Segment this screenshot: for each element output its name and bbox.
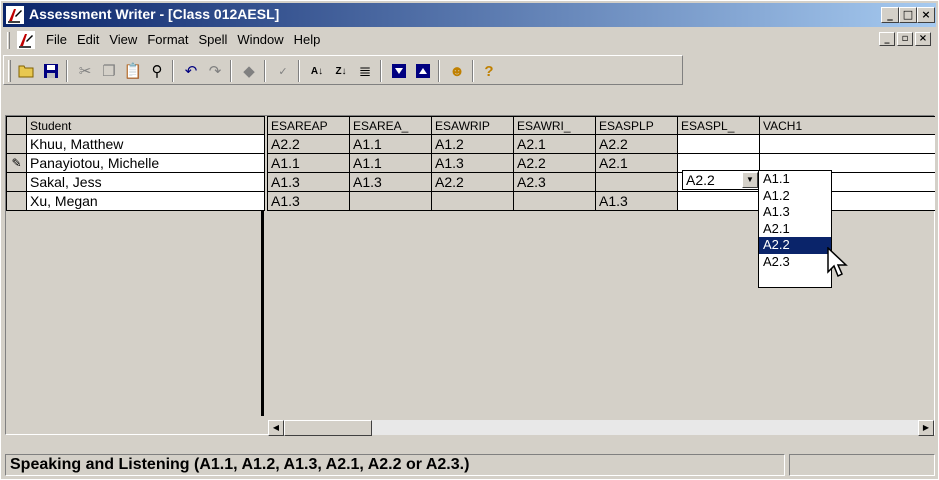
grade-cell[interactable] (677, 191, 760, 211)
mouse-pointer-icon (827, 247, 848, 278)
dropdown-option[interactable]: A1.1 (759, 171, 831, 188)
dropdown-arrow-icon[interactable]: ▼ (742, 172, 758, 188)
grade-cell[interactable]: A1.3 (267, 172, 350, 192)
menu-edit[interactable]: Edit (72, 32, 104, 48)
status-text: Speaking and Listening (A1.1, A1.2, A1.3… (5, 454, 785, 476)
child-close-button[interactable]: × (915, 32, 931, 46)
grade-cell[interactable]: A1.3 (595, 191, 678, 211)
open-folder-icon[interactable] (16, 60, 38, 82)
dropdown-option[interactable]: A2.3 (759, 254, 831, 271)
grade-cell[interactable] (677, 134, 760, 154)
row-indicator[interactable] (6, 191, 27, 211)
grade-cell[interactable] (349, 191, 432, 211)
grade-cell[interactable] (431, 191, 514, 211)
grade-combo-value: A2.2 (686, 172, 715, 188)
maximize-button[interactable]: □ (899, 7, 917, 23)
app-window: Assessment Writer - [Class 012AESL] _ □ … (0, 0, 939, 480)
row-editing-pencil-icon[interactable]: ✎ (6, 153, 27, 173)
menu-spell[interactable]: Spell (193, 32, 232, 48)
grade-combo-box[interactable]: A2.2 ▼ (682, 170, 760, 190)
grade-cell[interactable]: A2.1 (595, 153, 678, 173)
assistant-icon[interactable]: ☻ (446, 60, 468, 82)
menu-bar: File Edit View Format Spell Window Help … (3, 29, 936, 51)
grade-cell[interactable]: A1.3 (267, 191, 350, 211)
grade-cell[interactable] (513, 191, 596, 211)
column-header[interactable]: ESAWRI_ (513, 116, 596, 135)
student-name-cell[interactable]: Panayiotou, Michelle (26, 153, 265, 173)
title-bar[interactable]: Assessment Writer - [Class 012AESL] _ □ … (3, 3, 936, 27)
sort-ascending-icon[interactable]: A↓ (306, 60, 328, 82)
previous-record-icon[interactable] (412, 60, 434, 82)
student-name-cell[interactable]: Xu, Megan (26, 191, 265, 211)
redo-icon[interactable]: ↷ (204, 60, 226, 82)
copy-icon[interactable]: ❐ (98, 60, 120, 82)
menu-help[interactable]: Help (289, 32, 326, 48)
status-panel (789, 454, 935, 476)
dropdown-option[interactable]: A1.2 (759, 188, 831, 205)
dropdown-option[interactable]: A1.3 (759, 204, 831, 221)
grade-cell[interactable]: A2.2 (595, 134, 678, 154)
spell-check-icon[interactable]: ✓ (272, 60, 294, 82)
grade-cell[interactable]: A1.3 (431, 153, 514, 173)
favorite-icon[interactable]: ◆ (238, 60, 260, 82)
child-minimize-button[interactable]: _ (879, 32, 895, 46)
row-indicator[interactable] (6, 134, 27, 154)
document-pen-icon[interactable] (17, 31, 35, 49)
grade-cell[interactable]: A2.2 (513, 153, 596, 173)
grade-cell[interactable] (759, 134, 935, 154)
find-binoculars-icon[interactable]: ⚲ (146, 60, 168, 82)
status-bar: Speaking and Listening (A1.1, A1.2, A1.3… (3, 453, 936, 477)
fixed-student-column: Student Khuu, Matthew ✎ Panayiotou, Mich… (6, 116, 265, 416)
grade-cell[interactable]: A2.2 (431, 172, 514, 192)
save-disk-icon[interactable] (40, 60, 62, 82)
dropdown-option[interactable]: A2.1 (759, 221, 831, 238)
grade-cell[interactable]: A2.1 (513, 134, 596, 154)
horizontal-scrollbar[interactable]: ◀ ▶ (268, 419, 934, 436)
column-header[interactable]: VACH1 (759, 116, 935, 135)
help-question-icon[interactable]: ? (478, 60, 500, 82)
grade-cell[interactable]: A1.3 (349, 172, 432, 192)
cut-icon[interactable]: ✂ (74, 60, 96, 82)
row-header-corner[interactable] (6, 116, 27, 135)
sort-descending-icon[interactable]: Z↓ (330, 60, 352, 82)
scroll-right-arrow-icon[interactable]: ▶ (918, 420, 934, 436)
undo-icon[interactable]: ↶ (180, 60, 202, 82)
student-name-cell[interactable]: Sakal, Jess (26, 172, 265, 192)
grade-cell[interactable] (595, 172, 678, 192)
row-indicator[interactable] (6, 172, 27, 192)
grade-cell[interactable]: A1.1 (349, 153, 432, 173)
paste-icon[interactable]: 📋 (122, 60, 144, 82)
menu-file[interactable]: File (41, 32, 72, 48)
menu-window[interactable]: Window (232, 32, 288, 48)
scroll-left-arrow-icon[interactable]: ◀ (268, 420, 284, 436)
dropdown-option-selected[interactable]: A2.2 (759, 237, 831, 254)
menu-view[interactable]: View (104, 32, 142, 48)
grade-cell[interactable]: A1.1 (267, 153, 350, 173)
column-header[interactable]: ESASPL_ (677, 116, 760, 135)
menu-format[interactable]: Format (142, 32, 193, 48)
filter-list-icon[interactable]: ≣ (354, 60, 376, 82)
scroll-thumb[interactable] (284, 420, 372, 436)
menubar-grip[interactable] (7, 32, 10, 49)
close-button[interactable]: × (917, 7, 935, 23)
grade-cell[interactable]: A2.3 (513, 172, 596, 192)
toolbar: ✂ ❐ 📋 ⚲ ↶ ↷ ◆ ✓ A↓ Z↓ ≣ ☻ ? (3, 55, 683, 85)
student-column-header[interactable]: Student (26, 116, 265, 135)
toolbar-grip[interactable] (8, 60, 11, 82)
column-header[interactable]: ESASPLP (595, 116, 678, 135)
student-name-cell[interactable]: Khuu, Matthew (26, 134, 265, 154)
minimize-button[interactable]: _ (881, 7, 899, 23)
app-pen-icon (6, 6, 24, 24)
column-header[interactable]: ESAWRIP (431, 116, 514, 135)
window-title: Assessment Writer - [Class 012AESL] (29, 6, 280, 22)
grade-cell[interactable]: A1.2 (431, 134, 514, 154)
column-header[interactable]: ESAREAP (267, 116, 350, 135)
next-record-icon[interactable] (388, 60, 410, 82)
grade-dropdown-list[interactable]: A1.1 A1.2 A1.3 A2.1 A2.2 A2.3 (758, 170, 832, 288)
grade-cell[interactable]: A1.1 (349, 134, 432, 154)
child-restore-button[interactable]: ▫ (897, 32, 913, 46)
column-header[interactable]: ESAREA_ (349, 116, 432, 135)
grade-cell[interactable]: A2.2 (267, 134, 350, 154)
